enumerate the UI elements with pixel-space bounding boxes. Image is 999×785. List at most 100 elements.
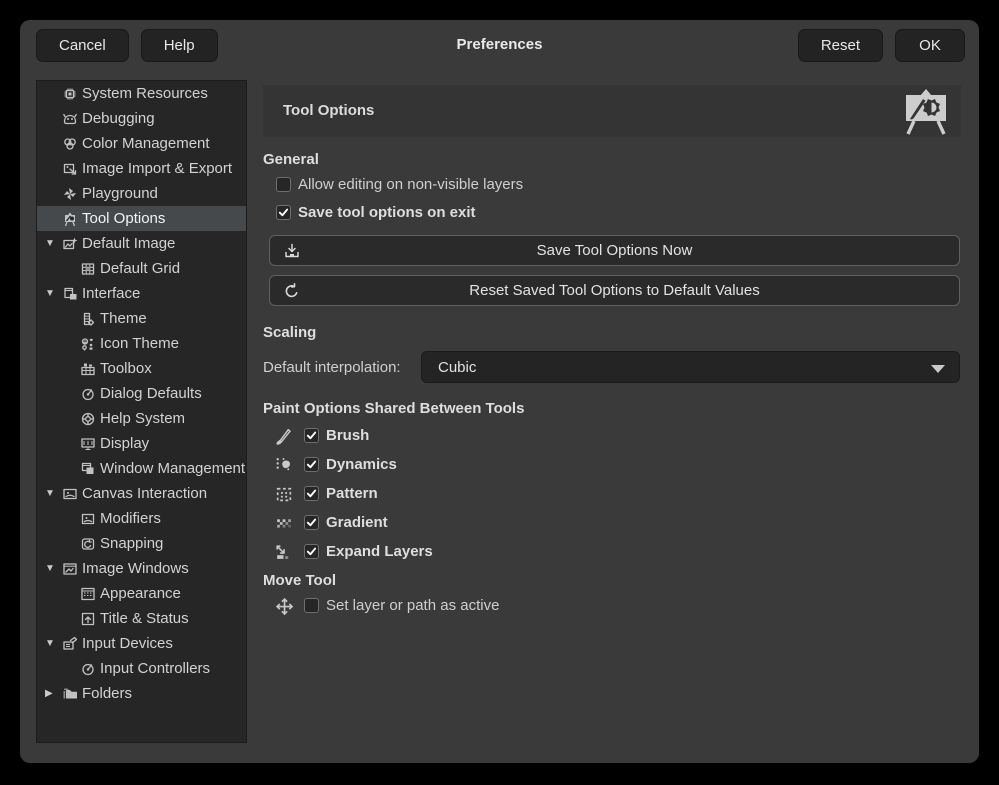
dialog-titlebar: Cancel Help Preferences Reset OK <box>20 20 979 78</box>
sidebar-item-label: Folders <box>82 685 132 702</box>
default-grid-icon <box>79 260 96 277</box>
button-label: Save Tool Options Now <box>537 242 693 259</box>
sidebar-item-folders[interactable]: ▶ Folders <box>37 681 246 706</box>
sidebar-item-dialog-defaults[interactable]: Dialog Defaults <box>37 381 246 406</box>
paint-option-row-expand-layers[interactable]: Expand Layers <box>263 537 961 566</box>
help-system-icon <box>79 410 96 427</box>
tool-options-icon <box>61 210 78 227</box>
sidebar-item-default-grid[interactable]: Default Grid <box>37 256 246 281</box>
sidebar-item-snapping[interactable]: Snapping <box>37 531 246 556</box>
sidebar-item-label: Appearance <box>100 585 181 602</box>
move-tool-row[interactable]: Set layer or path as active <box>263 591 961 620</box>
reset-icon <box>283 282 301 300</box>
sidebar-item-display[interactable]: Display <box>37 431 246 456</box>
paint-option-row-pattern[interactable]: Pattern <box>263 479 961 508</box>
checkbox-label: Save tool options on exit <box>298 204 476 221</box>
sidebar-item-theme[interactable]: Theme <box>37 306 246 331</box>
sidebar-item-label: Snapping <box>100 535 163 552</box>
sidebar-item-label: Theme <box>100 310 147 327</box>
checkbox-unchecked[interactable] <box>276 177 291 192</box>
gradient-icon <box>273 513 293 533</box>
sidebar-item-appearance[interactable]: Appearance <box>37 581 246 606</box>
general-check-row[interactable]: Save tool options on exit <box>263 198 961 226</box>
ok-button[interactable]: OK <box>895 29 965 62</box>
image-import-export-icon <box>61 160 78 177</box>
sidebar-item-label: Help System <box>100 410 185 427</box>
checkbox-checked[interactable] <box>304 428 319 443</box>
sidebar-item-input-devices[interactable]: ▼Input Devices <box>37 631 246 656</box>
paint-option-label: Gradient <box>326 514 388 531</box>
paint-option-label: Brush <box>326 427 369 444</box>
sidebar-item-label: Debugging <box>82 110 155 127</box>
brush-icon <box>273 426 293 446</box>
checkbox-checked[interactable] <box>276 205 291 220</box>
sidebar-item-interface[interactable]: ▼Interface <box>37 281 246 306</box>
sidebar-item-toolbox[interactable]: Toolbox <box>37 356 246 381</box>
paint-option-label: Expand Layers <box>326 543 433 560</box>
general-check-row[interactable]: Allow editing on non-visible layers <box>263 170 961 198</box>
expander-down-icon[interactable]: ▼ <box>45 563 61 574</box>
sidebar-item-input-controllers[interactable]: Input Controllers <box>37 656 246 681</box>
sidebar-item-playground[interactable]: Playground <box>37 181 246 206</box>
sidebar-item-label: Modifiers <box>100 510 161 527</box>
input-devices-icon <box>61 635 78 652</box>
dialog-defaults-icon <box>79 385 96 402</box>
sidebar-item-label: Input Controllers <box>100 660 210 677</box>
image-windows-icon <box>61 560 78 577</box>
expand-layers-icon <box>273 542 293 562</box>
sidebar-item-label: Window Management <box>100 460 245 477</box>
default-interpolation-select[interactable]: Cubic <box>421 351 960 383</box>
sidebar-item-system-resources[interactable]: System Resources <box>37 81 246 106</box>
sidebar-item-icon-theme[interactable]: Icon Theme <box>37 331 246 356</box>
default-interpolation-label: Default interpolation: <box>263 359 421 376</box>
expander-down-icon[interactable]: ▼ <box>45 238 61 249</box>
sidebar-item-title-status[interactable]: Title & Status <box>37 606 246 631</box>
input-controllers-icon <box>79 660 96 677</box>
reset-button[interactable]: Reset <box>798 29 883 62</box>
paint-option-row-gradient[interactable]: Gradient <box>263 508 961 537</box>
sidebar-item-window-management[interactable]: Window Management <box>37 456 246 481</box>
sidebar-item-label: System Resources <box>82 85 208 102</box>
expander-right-icon[interactable]: ▶ <box>45 688 61 699</box>
sidebar-item-debugging[interactable]: Debugging <box>37 106 246 131</box>
save-tool-options-now-button[interactable]: Save Tool Options Now <box>269 235 960 266</box>
paint-option-row-brush[interactable]: Brush <box>263 421 961 450</box>
page-title: Tool Options <box>283 102 374 119</box>
checkbox-unchecked[interactable] <box>304 598 319 613</box>
modifiers-icon <box>79 510 96 527</box>
sidebar-item-tool-options[interactable]: Tool Options <box>37 206 246 231</box>
sidebar-item-label: Tool Options <box>82 210 165 227</box>
section-scaling: Scaling <box>263 324 961 341</box>
sidebar-item-label: Color Management <box>82 135 210 152</box>
pattern-icon <box>273 484 293 504</box>
sidebar-item-label: Display <box>100 435 149 452</box>
checkbox-checked[interactable] <box>304 457 319 472</box>
sidebar-item-image-import-export[interactable]: Image Import & Export <box>37 156 246 181</box>
section-general: General <box>263 151 961 168</box>
toolbox-icon <box>79 360 96 377</box>
sidebar-item-canvas-interaction[interactable]: ▼Canvas Interaction <box>37 481 246 506</box>
playground-icon <box>61 185 78 202</box>
checkbox-checked[interactable] <box>304 515 319 530</box>
sidebar-item-label: Image Import & Export <box>82 160 232 177</box>
move-option-label: Set layer or path as active <box>326 597 499 614</box>
tool-options-easel-icon <box>901 88 951 135</box>
tool-options-panel: General Allow editing on non-visible lay… <box>263 137 961 620</box>
sidebar-item-label: Toolbox <box>100 360 152 377</box>
checkbox-checked[interactable] <box>304 486 319 501</box>
sidebar-item-image-windows[interactable]: ▼Image Windows <box>37 556 246 581</box>
sidebar-item-color-management[interactable]: Color Management <box>37 131 246 156</box>
sidebar-item-label: Dialog Defaults <box>100 385 202 402</box>
theme-icon <box>79 310 96 327</box>
paint-option-row-dynamics[interactable]: Dynamics <box>263 450 961 479</box>
checkbox-checked[interactable] <box>304 544 319 559</box>
reset-saved-tool-options-button[interactable]: Reset Saved Tool Options to Default Valu… <box>269 275 960 306</box>
expander-down-icon[interactable]: ▼ <box>45 288 61 299</box>
sidebar-item-modifiers[interactable]: Modifiers <box>37 506 246 531</box>
sidebar-item-label: Title & Status <box>100 610 189 627</box>
expander-down-icon[interactable]: ▼ <box>45 638 61 649</box>
sidebar-item-default-image[interactable]: ▼Default Image <box>37 231 246 256</box>
expander-down-icon[interactable]: ▼ <box>45 488 61 499</box>
sidebar-item-help-system[interactable]: Help System <box>37 406 246 431</box>
appearance-icon <box>79 585 96 602</box>
